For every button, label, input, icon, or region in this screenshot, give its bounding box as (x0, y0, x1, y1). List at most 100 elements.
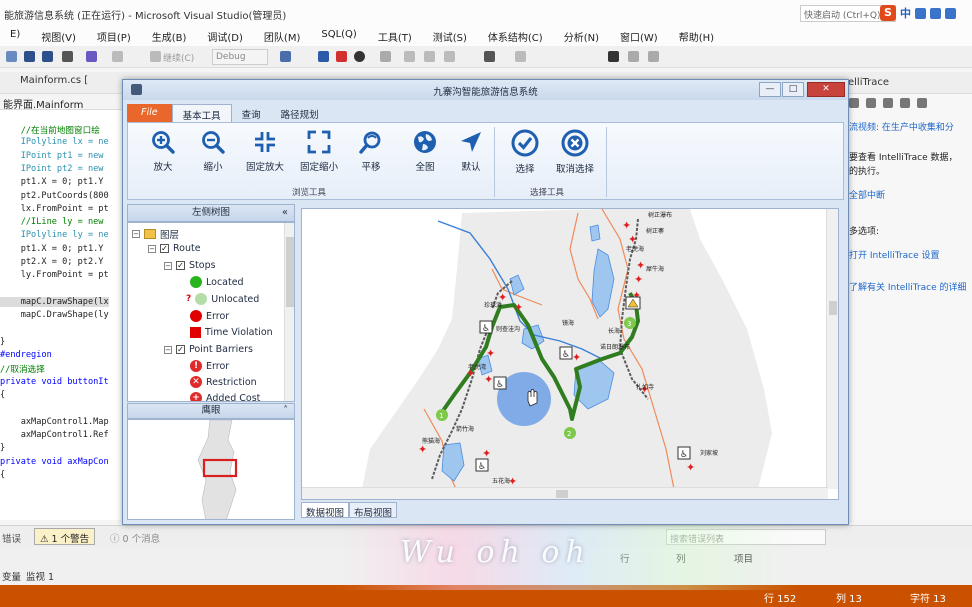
menu-item-team[interactable]: 团队(M) (254, 26, 311, 46)
tab-query[interactable]: 查询 (232, 104, 271, 122)
clear-selection-button[interactable]: 取消选择 (548, 129, 602, 175)
fixed-zoom-in-button[interactable]: 固定放大 (238, 129, 292, 173)
tree-node-point-barriers[interactable]: − ✓ Point Barriers (164, 344, 253, 355)
col-project[interactable]: 项目 (734, 551, 753, 565)
scroll-thumb[interactable] (286, 237, 294, 307)
code-line[interactable]: private void buttonIt (0, 377, 109, 387)
toc-scrollbar[interactable] (284, 223, 294, 401)
attach-icon[interactable] (280, 51, 291, 62)
code-line[interactable]: mapC.DrawShape(ly (0, 310, 109, 320)
default-tool-button[interactable]: 默认 (444, 129, 498, 173)
collapse-icon[interactable]: « (282, 205, 288, 221)
scroll-thumb[interactable] (556, 490, 568, 498)
menu-item-analyze[interactable]: 分析(N) (554, 26, 610, 46)
menu-item-project[interactable]: 项目(P) (87, 26, 142, 46)
code-line[interactable]: mapC.DrawShape(lx (0, 296, 109, 307)
tool-icon[interactable] (849, 98, 859, 108)
menu-item-help[interactable]: 帮助(H) (669, 26, 725, 46)
map-horizontal-scrollbar[interactable] (302, 487, 828, 499)
layer-checkbox[interactable]: ✓ (160, 244, 169, 253)
stop-icon[interactable] (336, 51, 347, 62)
intellitrace-link[interactable]: 了解有关 IntelliTrace 的详细 (849, 280, 967, 293)
tool-icon[interactable] (866, 98, 876, 108)
next-bookmark-icon[interactable] (648, 51, 659, 62)
code-line[interactable]: IPoint pt1 = new (0, 151, 104, 161)
show-next-icon[interactable] (380, 51, 391, 62)
code-line[interactable]: { (0, 390, 5, 400)
menu-item-test[interactable]: 测试(S) (423, 26, 478, 46)
error-search-input[interactable]: 搜索错误列表 (666, 529, 826, 545)
messages-filter[interactable]: ⓘ 0 个消息 (110, 531, 160, 545)
code-line[interactable]: pt1.X = 0; pt1.Y (0, 244, 104, 254)
tool-icon[interactable] (900, 98, 910, 108)
config-select[interactable]: Debug (212, 49, 268, 65)
tool-icon[interactable] (917, 98, 927, 108)
menu-item-architecture[interactable]: 体系结构(C) (478, 26, 554, 46)
step-out-icon[interactable] (444, 51, 455, 62)
close-icon[interactable]: ✕ (807, 82, 845, 97)
undo-icon[interactable] (86, 51, 97, 62)
code-line[interactable]: pt2.PutCoords(800 (0, 191, 109, 201)
back-icon[interactable] (6, 51, 17, 62)
layer-tree[interactable]: − 图层 − ✓ Route − ✓ Stops Located ? Unloc… (127, 222, 295, 402)
code-line[interactable]: lx.FromPoint = pt (0, 204, 109, 214)
scroll-thumb[interactable] (829, 301, 837, 315)
save-icon[interactable] (24, 51, 35, 62)
intellitrace-link[interactable]: 打开 IntelliTrace 设置 (849, 248, 940, 261)
redo-icon[interactable] (112, 51, 123, 62)
tab-watch[interactable]: 监视 1 (26, 569, 54, 583)
menu-item-edit[interactable]: E) (0, 26, 31, 46)
code-line[interactable]: IPoint pt2 = new (0, 164, 104, 174)
restart-icon[interactable] (354, 51, 365, 62)
collapse-toggle-icon[interactable]: − (148, 244, 156, 253)
tab-data-view[interactable]: 数据视图 (301, 502, 350, 519)
ime-mode-label[interactable]: 中 (900, 5, 911, 21)
code-line[interactable]: IPolyline ly = ne (0, 230, 109, 240)
code-nav-dropdown[interactable]: 能界面.Mainform (0, 94, 130, 111)
collapse-toggle-icon[interactable]: − (164, 345, 172, 354)
bookmark-icon[interactable] (608, 51, 619, 62)
tab-mainform[interactable]: Mainform.cs [ (20, 75, 88, 86)
menu-item-window[interactable]: 窗口(W) (610, 26, 669, 46)
code-line[interactable]: IPolyline lx = ne (0, 137, 109, 147)
map-control[interactable]: 1 2 3 ✦✦✦✦ ✦✦✦✦ ✦✦✦✦ ✦✦✦✦ ✦ ♿ ♿ ♿ (301, 208, 839, 500)
code-line[interactable]: //在当前地图窗口绘 (0, 124, 100, 136)
tab-route-planning[interactable]: 路径规划 (271, 104, 329, 122)
collapse-toggle-icon[interactable]: − (132, 230, 140, 238)
select-button[interactable]: 选择 (498, 129, 552, 175)
code-line[interactable]: pt2.X = 0; pt2.Y (0, 257, 104, 267)
step-over-icon[interactable] (424, 51, 435, 62)
intellitrace-link[interactable]: 全部中断 (849, 188, 885, 201)
layer-checkbox[interactable]: ✓ (176, 345, 185, 354)
code-line[interactable]: pt1.X = 0; pt1.Y (0, 177, 104, 187)
punctuation-icon[interactable] (915, 7, 926, 19)
menu-item-view[interactable]: 视图(V) (31, 26, 87, 46)
intellitrace-link[interactable]: 流视频: 在生产中收集和分 (849, 120, 954, 133)
tab-basic-tools[interactable]: 基本工具 (171, 104, 232, 122)
col-column[interactable]: 列 (676, 551, 686, 565)
code-line[interactable]: ly.FromPoint = pt (0, 270, 109, 280)
tab-file[interactable]: File (127, 104, 172, 122)
code-editor[interactable]: //在当前地图窗口绘 IPolyline lx = ne IPoint pt1 … (0, 110, 130, 520)
tree-node-stops[interactable]: − ✓ Stops (164, 260, 216, 271)
emoji-icon[interactable] (930, 7, 941, 19)
code-line[interactable]: } (0, 337, 5, 347)
copy-icon[interactable] (62, 51, 73, 62)
code-line[interactable]: #endregion (0, 350, 52, 360)
user-icon[interactable] (945, 7, 956, 19)
collapse-up-icon[interactable]: ˄ (283, 404, 288, 418)
minimize-icon[interactable]: — (759, 82, 781, 97)
thread-icon[interactable] (515, 51, 526, 62)
menu-item-build[interactable]: 生成(B) (142, 26, 198, 46)
step-into-icon[interactable] (404, 51, 415, 62)
maximize-icon[interactable]: □ (782, 82, 804, 97)
col-line[interactable]: 行 (620, 551, 630, 565)
code-line[interactable]: { (0, 470, 5, 480)
code-line[interactable]: //取消选择 (0, 363, 45, 375)
tree-node-layers[interactable]: − 图层 (132, 227, 179, 241)
fixed-zoom-out-button[interactable]: 固定缩小 (292, 129, 346, 173)
pause-icon[interactable] (318, 51, 329, 62)
menu-item-debug[interactable]: 调试(D) (197, 26, 254, 46)
hex-icon[interactable] (484, 51, 495, 62)
warnings-filter-button[interactable]: ⚠ 1 个警告 (34, 528, 96, 545)
